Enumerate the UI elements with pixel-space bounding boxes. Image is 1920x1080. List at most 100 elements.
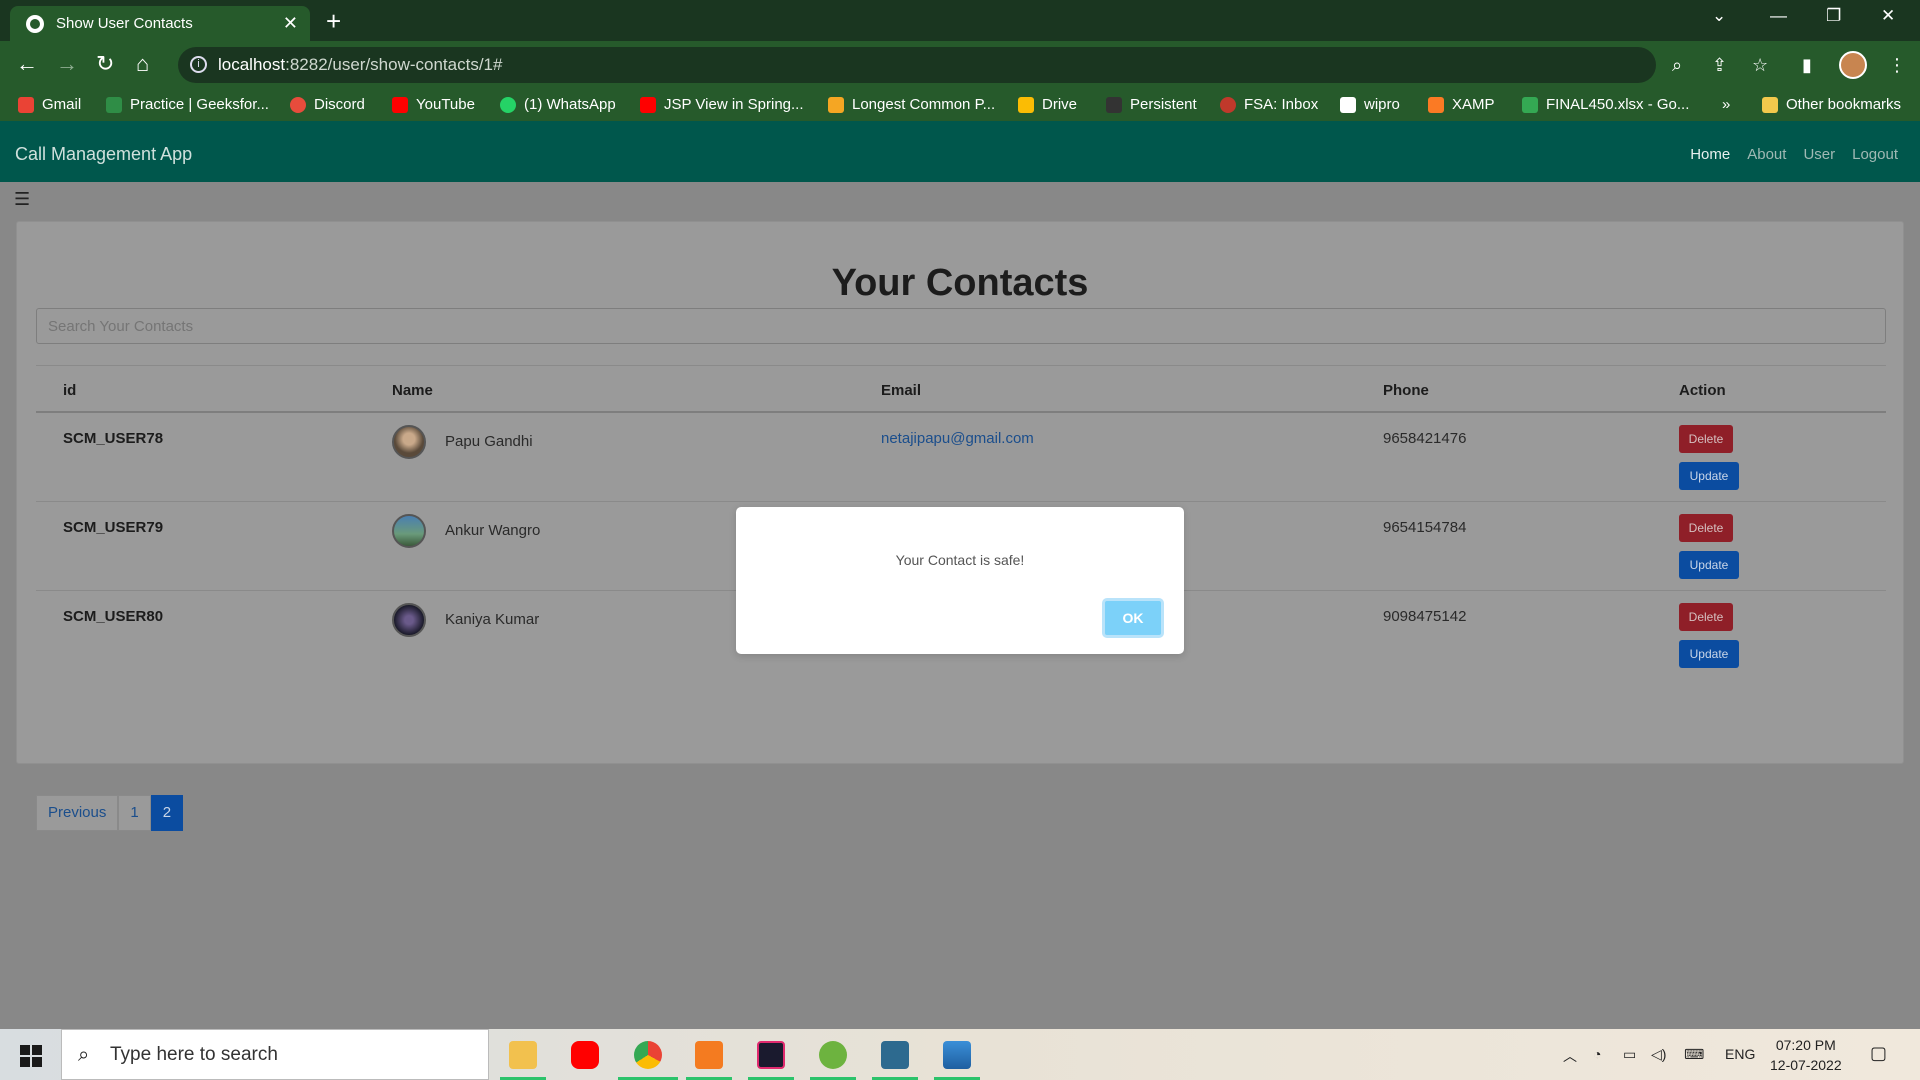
contact-name: Ankur Wangro	[445, 522, 541, 539]
keyboard-icon[interactable]: ⌨	[1684, 1046, 1704, 1063]
window-close-icon[interactable]: ✕	[1881, 6, 1895, 26]
bookmark-youtube[interactable]: YouTube	[392, 96, 475, 113]
restore-icon[interactable]: ❐	[1826, 6, 1841, 26]
contact-email-link[interactable]: netajipapu@gmail.com	[881, 430, 1034, 447]
bookmarks-bar: Gmail Practice | Geeksfor... Discord You…	[0, 89, 1920, 121]
profile-avatar[interactable]	[1839, 51, 1867, 79]
hamburger-menu-icon[interactable]: ☰	[14, 189, 30, 210]
share-icon[interactable]: ⇪	[1712, 55, 1727, 76]
url-host: localhost	[218, 55, 286, 74]
column-id: id	[63, 382, 77, 399]
update-button[interactable]: Update	[1679, 551, 1739, 579]
table-header: id Name Email Phone Action	[36, 365, 1886, 413]
taskbar-search-placeholder: Type here to search	[110, 1043, 278, 1065]
globe-icon	[26, 14, 44, 33]
language-indicator[interactable]: ENG	[1725, 1046, 1755, 1062]
mysql-workbench-icon[interactable]	[881, 1041, 909, 1069]
modal-message: Your Contact is safe!	[895, 552, 1025, 568]
pagination-page-2[interactable]: 2	[150, 795, 184, 831]
bookmark-fsa-inbox[interactable]: FSA: Inbox	[1220, 96, 1318, 113]
wifi-icon[interactable]: ◔	[1593, 1046, 1601, 1062]
site-info-icon[interactable]: i	[190, 56, 207, 73]
contact-name: Papu Gandhi	[445, 433, 533, 450]
notification-icon[interactable]: ▢	[1870, 1043, 1887, 1064]
windows-start-icon[interactable]	[20, 1045, 42, 1067]
bookmark-final450[interactable]: FINAL450.xlsx - Go...	[1522, 96, 1689, 113]
nav-home[interactable]: Home	[1690, 146, 1730, 163]
bookmark-gmail[interactable]: Gmail	[18, 96, 81, 113]
back-icon[interactable]: ←	[16, 51, 38, 77]
sublime-text-icon[interactable]	[695, 1041, 723, 1069]
tab-close-icon[interactable]: ✕	[283, 13, 298, 34]
delete-button[interactable]: Delete	[1679, 514, 1733, 542]
column-email: Email	[881, 382, 922, 399]
forward-icon[interactable]: →	[56, 51, 78, 77]
clock[interactable]: 07:20 PM 12-07-2022	[1770, 1035, 1842, 1075]
bookmark-longest-common[interactable]: Longest Common P...	[828, 96, 995, 113]
windows-taskbar: ⌕ Type here to search ︿ ◔ ▭ ◁) ⌨ ENG 07:…	[0, 1029, 1920, 1080]
tab-title: Show User Contacts	[56, 15, 193, 32]
drive-icon	[1522, 96, 1538, 113]
tab-search-icon[interactable]: ⌄	[1712, 6, 1726, 26]
bookmarks-overflow-icon[interactable]: »	[1722, 96, 1730, 113]
menu-kebab-icon[interactable]: ⋮	[1888, 55, 1906, 76]
bookmark-wipro[interactable]: wipro	[1340, 96, 1400, 113]
page-title: Your Contacts	[831, 262, 1089, 304]
bookmark-drive[interactable]: Drive	[1018, 96, 1077, 113]
contact-id: SCM_USER78	[63, 430, 164, 447]
battery-icon[interactable]: ▭	[1623, 1046, 1636, 1063]
pagination-page-1[interactable]: 1	[118, 795, 151, 831]
update-button[interactable]: Update	[1679, 640, 1739, 668]
delete-button[interactable]: Delete	[1679, 603, 1733, 631]
whatsapp-icon	[500, 96, 516, 113]
file-explorer-icon[interactable]	[509, 1041, 537, 1069]
url-path: :8282/user/show-contacts/1#	[285, 55, 503, 74]
intellij-icon[interactable]	[757, 1041, 785, 1069]
address-bar[interactable]: i localhost:8282/user/show-contacts/1#	[178, 47, 1656, 83]
ok-button[interactable]: OK	[1102, 598, 1164, 638]
browser-toolbar: ← → ↻ ⌂ i localhost:8282/user/show-conta…	[0, 41, 1920, 89]
nav-user[interactable]: User	[1803, 146, 1835, 163]
folder-icon	[1762, 96, 1778, 113]
bookmark-star-icon[interactable]: ☆	[1752, 55, 1768, 76]
youtube-icon	[392, 96, 408, 113]
home-icon[interactable]: ⌂	[136, 51, 149, 77]
spring-tool-suite-icon[interactable]	[819, 1041, 847, 1069]
youtube-app-icon[interactable]	[571, 1041, 599, 1069]
browser-tab[interactable]: Show User Contacts ✕	[10, 6, 310, 41]
zoom-icon[interactable]: ⌕	[1672, 55, 1682, 76]
side-panel-icon[interactable]: ▮	[1802, 55, 1812, 76]
search-input[interactable]	[36, 308, 1886, 344]
bookmark-geeksforgeeks[interactable]: Practice | Geeksfor...	[106, 96, 269, 113]
youtube-icon	[640, 96, 656, 113]
bookmark-persistent[interactable]: Persistent	[1106, 96, 1197, 113]
tray-overflow-icon[interactable]: ︿	[1563, 1046, 1577, 1066]
bookmark-discord[interactable]: Discord	[290, 96, 365, 113]
new-tab-button[interactable]: +	[326, 6, 341, 37]
contact-avatar	[392, 425, 426, 459]
update-button[interactable]: Update	[1679, 462, 1739, 490]
volume-icon[interactable]: ◁)	[1651, 1046, 1666, 1063]
other-bookmarks[interactable]: Other bookmarks	[1762, 96, 1901, 113]
pagination-previous[interactable]: Previous	[36, 795, 119, 831]
alert-modal: Your Contact is safe! OK	[736, 507, 1184, 654]
contact-avatar	[392, 514, 426, 548]
nav-logout[interactable]: Logout	[1852, 146, 1898, 163]
discord-icon	[290, 96, 306, 113]
bookmark-jsp-view[interactable]: JSP View in Spring...	[640, 96, 804, 113]
delete-button[interactable]: Delete	[1679, 425, 1733, 453]
inbox-icon	[1220, 96, 1236, 113]
column-phone: Phone	[1383, 382, 1429, 399]
bookmark-xamp[interactable]: XAMP	[1428, 96, 1495, 113]
reload-icon[interactable]: ↻	[96, 51, 114, 77]
app-brand[interactable]: Call Management App	[15, 144, 192, 165]
gmail-icon	[18, 96, 34, 113]
minimize-icon[interactable]: —	[1770, 6, 1787, 26]
nav-about[interactable]: About	[1747, 146, 1786, 163]
bookmark-whatsapp[interactable]: (1) WhatsApp	[500, 96, 616, 113]
pagination: Previous 1 2	[36, 795, 184, 831]
photos-icon[interactable]	[943, 1041, 971, 1069]
taskbar-search[interactable]: ⌕ Type here to search	[61, 1029, 489, 1080]
chrome-icon[interactable]	[634, 1041, 662, 1069]
contact-id: SCM_USER80	[63, 608, 164, 625]
